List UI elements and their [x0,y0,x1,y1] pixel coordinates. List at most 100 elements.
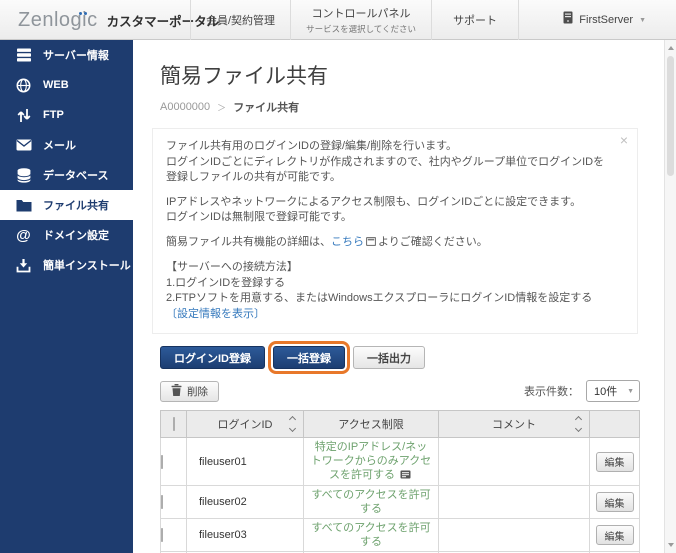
checkbox-cell [160,485,187,519]
delete-button[interactable]: 削除 [160,380,219,402]
show-config-link[interactable]: 〔設定情報を表示〕 [166,308,265,320]
connect-title: 【サーバーへの接続方法】 [166,261,298,273]
sidebar-item-label: ファイル共有 [43,200,109,212]
per-page-select[interactable]: 10件 ▼ [586,380,640,402]
nav-item-control-panel[interactable]: コントロールパネル サービスを選択してください [290,0,431,40]
logo[interactable]: Zenlogic カスタマーポータル [18,0,219,40]
edit-button[interactable]: 編集 [595,525,634,545]
breadcrumb-current: ファイル共有 [233,102,300,114]
scrollbar[interactable] [664,40,676,553]
nav-item-membership[interactable]: 会員/契約管理 [190,0,290,40]
sidebar-item-label: FTP [43,109,64,121]
notice-line: ログインIDごとにディレクトリが作成されますので、社内やグループ単位でログインI… [166,155,605,184]
scrollbar-thumb[interactable] [667,56,674,176]
table-controls-row: 削除 表示件数： 10件 ▼ [160,380,640,402]
install-download-icon [15,258,32,273]
sidebar: サーバー情報 WEB FTP メール データベース ファイル共有 @ ドメイン設… [0,40,133,553]
sort-desc-icon[interactable] [288,424,297,433]
action-button-row: ログインID登録 一括登録 一括出力 [160,341,664,374]
server-bars-icon [15,48,32,62]
account-menu[interactable]: FirstServer ▼ [563,0,646,40]
table-row: fileuser02 すべてのアクセスを許可する 編集 [160,485,640,519]
scroll-down-icon[interactable] [665,539,676,551]
breadcrumb: A0000000 ＞ ファイル共有 [160,99,664,115]
ip-list-icon[interactable] [400,469,411,483]
table-row: fileuser01 特定のIPアドレス/ネットワークからのみアクセスを許可する… [160,437,640,486]
sidebar-item-domain-settings[interactable]: @ ドメイン設定 [0,220,133,250]
notice-connect-section: 【サーバーへの接続方法】 1.ログインIDを登録する 2.FTPソフトを用意する… [166,260,613,322]
notice-line: 簡易ファイル共有機能の詳細は、 [166,235,331,248]
column-label: コメント [492,419,536,431]
breadcrumb-separator-icon: ＞ [217,102,227,113]
edit-cell: 編集 [589,518,640,552]
per-page-value: 10件 [594,386,618,398]
column-header-login-id[interactable]: ログインID [186,410,304,438]
sort-icons[interactable] [574,415,583,433]
comment-cell [438,485,590,519]
sidebar-item-ftp[interactable]: FTP [0,100,133,130]
delete-button-label: 削除 [187,385,208,398]
register-login-id-button[interactable]: ログインID登録 [160,346,265,369]
row-checkbox[interactable] [161,528,163,542]
sort-asc-icon[interactable] [574,415,583,424]
database-icon [15,167,32,183]
logo-dots-icon [78,11,87,15]
column-header-comment[interactable]: コメント [438,410,590,438]
sidebar-item-web[interactable]: WEB [0,70,133,100]
sort-asc-icon[interactable] [288,415,297,424]
transfer-arrows-icon [15,108,32,123]
access-cell: すべてのアクセスを許可する [303,485,439,519]
edit-button[interactable]: 編集 [595,451,634,472]
notice-line: ファイル共有用のログインIDの登録/編集/削除を行います。 [166,140,458,152]
scroll-up-icon[interactable] [665,42,676,54]
sidebar-item-server-info[interactable]: サーバー情報 [0,40,133,70]
breadcrumb-account-id[interactable]: A0000000 [160,101,210,113]
nav-item-sublabel: サービスを選択してください [306,24,417,34]
logo-brand-text: Zenlogic [18,9,98,32]
bulk-export-button[interactable]: 一括出力 [353,346,425,369]
login-id-table: ログインID アクセス制限 コメント fileuser01 特定のIPアドレス/… [160,410,640,553]
sidebar-item-label: 簡単インストール [43,260,131,272]
column-header-actions [589,410,640,438]
notice-line: よりご確認ください。 [378,235,488,248]
main-content: 簡易ファイル共有 A0000000 ＞ ファイル共有 × ファイル共有用のログイ… [133,40,664,553]
column-header-access[interactable]: アクセス制限 [303,410,439,438]
per-page-control-top: 表示件数： 10件 ▼ [524,380,640,402]
account-label: FirstServer [579,14,634,26]
server-tower-icon [563,11,573,29]
login-id-cell: fileuser01 [186,437,304,486]
table-row: fileuser03 すべてのアクセスを許可する 編集 [160,518,640,552]
nav-item-label: サポート [453,15,498,27]
nav-item-support[interactable]: サポート [431,0,520,40]
sort-desc-icon[interactable] [574,424,583,433]
chevron-down-icon: ▼ [627,387,634,395]
edit-button[interactable]: 編集 [595,492,634,512]
sidebar-item-file-sharing[interactable]: ファイル共有 [0,190,133,220]
page-title: 簡易ファイル共有 [160,65,328,88]
access-cell: すべてのアクセスを許可する [303,518,439,552]
access-cell: 特定のIPアドレス/ネットワークからのみアクセスを許可する [303,437,439,486]
sort-icons[interactable] [288,415,297,433]
per-page-label: 表示件数： [524,386,579,398]
login-id-cell: fileuser02 [186,485,304,519]
row-checkbox[interactable] [161,495,163,509]
sidebar-item-mail[interactable]: メール [0,130,133,160]
sidebar-item-easy-install[interactable]: 簡単インストール [0,250,133,280]
detail-link[interactable]: こちら [331,236,364,248]
sidebar-item-label: WEB [43,79,69,91]
notice-paragraph: IPアドレスやネットワークによるアクセス制限も、ログインIDごとに設定できます。… [166,195,613,226]
sidebar-item-label: サーバー情報 [43,50,109,62]
connect-step: 2.FTPソフトを用意する、またはWindowsエクスプローラにログインID情報… [166,292,593,304]
mail-icon [15,139,32,151]
close-icon[interactable]: × [620,132,628,149]
external-link-icon [365,236,377,252]
column-label: ログインID [217,419,273,431]
sidebar-item-label: データベース [43,170,109,182]
notice-line: ログインIDは無制限で登録可能です。 [166,211,352,223]
select-all-checkbox[interactable] [172,417,175,431]
sidebar-item-database[interactable]: データベース [0,160,133,190]
row-checkbox[interactable] [161,454,163,469]
table-header-row: ログインID アクセス制限 コメント [160,410,640,438]
bulk-register-button[interactable]: 一括登録 [268,341,350,374]
edit-cell: 編集 [589,485,640,519]
